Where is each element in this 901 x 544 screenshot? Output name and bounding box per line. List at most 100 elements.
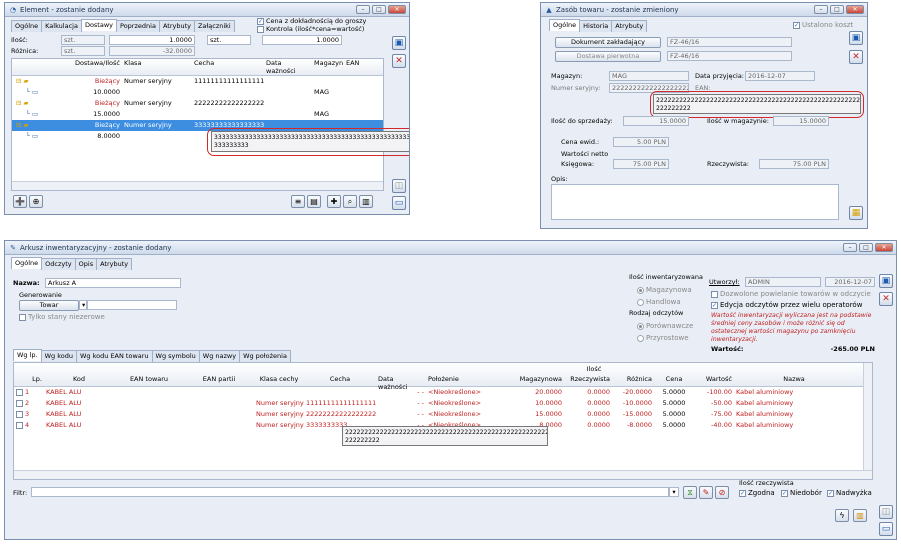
add-icon[interactable]: ➕ [13, 195, 27, 208]
tab-kalkulacja[interactable]: Kalkulacja [41, 20, 82, 32]
radio-przyrostowe[interactable]: Przyrostowe [637, 334, 689, 342]
row-checkbox[interactable] [16, 421, 23, 429]
filter-edit-icon[interactable]: ✎ [699, 486, 713, 499]
maximize-button[interactable]: □ [372, 5, 386, 14]
col-ean-towaru[interactable]: EAN towaru [114, 375, 184, 391]
table-row[interactable]: 3 KABEL ALU Numer seryjny 22222222222222222… [14, 409, 872, 420]
towar-button[interactable]: Towar [19, 300, 79, 311]
plus-icon[interactable]: ✚ [327, 195, 341, 208]
chk-dozwolone[interactable]: Dozwolone powielanie towarów w odczycie [711, 290, 871, 298]
lock-icon[interactable]: ◫ [392, 179, 406, 193]
radio-handlowa[interactable]: Handlowa [637, 298, 681, 306]
tab-historia[interactable]: Historia [579, 20, 613, 32]
radio-porownawcze[interactable]: Porównawcze [637, 322, 693, 330]
minimize-button[interactable]: – [814, 5, 828, 14]
tab-atrybuty[interactable]: Atrybuty [96, 258, 133, 270]
chk-kontrola[interactable]: Kontrola (ilość*cena=wartość) [257, 25, 364, 33]
filtr-input[interactable] [31, 487, 669, 497]
tab-wg-polozenia[interactable]: Wg położenia [239, 350, 291, 362]
ilosc-input-2[interactable]: 1.0000 [262, 35, 342, 45]
col-data[interactable]: Data ważności [376, 375, 426, 391]
maximize-button[interactable]: □ [859, 243, 873, 252]
towar-dropdown[interactable]: ▾ [79, 300, 87, 310]
unit-select[interactable]: szt. [207, 35, 251, 45]
table-row[interactable]: ⊟ ▰ Bieżący Numer seryjny 22222222222222222… [12, 98, 383, 109]
tab-dostawy[interactable]: Dostawy [80, 19, 118, 31]
tab-wg-kodu-ean[interactable]: Wg kodu EAN towaru [76, 350, 153, 362]
opis-textarea[interactable] [551, 184, 839, 220]
tab-atrybuty[interactable]: Atrybuty [158, 20, 195, 32]
table-row[interactable]: └ ▭ 10.0000 MAG [12, 87, 383, 98]
chk-ustalono[interactable]: ✓ Ustalono koszt [793, 21, 853, 29]
ilosc-input[interactable]: 1.0000 [109, 35, 195, 45]
filter-clear-icon[interactable]: ⊘ [715, 486, 729, 499]
close-button[interactable]: ✕ [846, 5, 864, 14]
col-klasa-cechy[interactable]: Klasa cechy [254, 375, 304, 391]
horizontal-scrollbar[interactable] [14, 470, 872, 479]
col-polozenie[interactable]: Położenie [426, 375, 514, 391]
chk-edycja[interactable]: ✓ Edycja odczytów przez wielu operatorów [711, 301, 862, 309]
trash-icon[interactable]: ▥ [853, 509, 867, 522]
towar-input[interactable] [87, 300, 177, 310]
tab-wg-lp[interactable]: Wg lp. [13, 349, 42, 361]
search-icon[interactable]: ⌕ [343, 195, 357, 208]
col-rzeczywista[interactable]: Rzeczywista [564, 375, 612, 391]
col-ean[interactable]: EAN [344, 59, 374, 75]
lock-icon[interactable]: ◫ [879, 505, 893, 519]
trash-icon[interactable]: ▥ [359, 195, 373, 208]
chk-zgodna[interactable]: ✓ Zgodna [739, 489, 775, 497]
tab-odczyty[interactable]: Odczyty [41, 258, 76, 270]
row-checkbox[interactable] [16, 410, 23, 418]
maximize-button[interactable]: □ [830, 5, 844, 14]
chk-tylko-niezerowe[interactable]: Tylko stany niezerowe [19, 313, 105, 321]
save-icon[interactable]: ▣ [849, 31, 863, 45]
close-button[interactable]: ✕ [388, 5, 406, 14]
chk-niedobor[interactable]: ✓ Niedobór [781, 489, 822, 497]
window-icon-btn[interactable]: ▭ [879, 522, 893, 536]
vertical-scrollbar[interactable] [863, 363, 872, 470]
col-cena[interactable]: Cena [654, 375, 694, 391]
list-icon[interactable]: ≡ [291, 195, 305, 208]
horizontal-scrollbar[interactable] [12, 181, 383, 190]
col-ean-partii[interactable]: EAN partii [184, 375, 254, 391]
document-icon[interactable]: ▤ [307, 195, 321, 208]
minimize-button[interactable]: – [843, 243, 857, 252]
filtr-dropdown[interactable]: ▾ [669, 487, 679, 497]
tab-opis[interactable]: Opis [74, 258, 98, 270]
tab-wg-nazwy[interactable]: Wg nazwy [198, 350, 241, 362]
col-cecha[interactable]: Cecha [192, 59, 264, 75]
tab-poprzednia[interactable]: Poprzednia [116, 20, 160, 32]
col-magazyn[interactable]: Magazyn [312, 59, 344, 75]
dokument-zakladajacy-button[interactable]: Dokument zakładający [555, 37, 661, 48]
cancel-icon[interactable]: ✕ [879, 292, 893, 306]
save-icon[interactable]: ▣ [392, 36, 406, 50]
bolt-icon[interactable]: ϟ [835, 509, 849, 522]
radio-magazynowa[interactable]: Magazynowa [637, 286, 692, 294]
cancel-icon[interactable]: ✕ [392, 54, 406, 68]
row-checkbox[interactable] [16, 399, 23, 407]
tab-ogolne[interactable]: Ogólne [11, 257, 43, 269]
col-wartosc[interactable]: Wartość [694, 375, 734, 391]
col-lp[interactable]: Lp. [14, 375, 44, 391]
chk-nadwyzka[interactable]: ✓ Nadwyżka [827, 489, 872, 497]
col-roznica[interactable]: Różnica [612, 375, 654, 391]
table-row[interactable]: ⊟ ▰ Bieżący Numer seryjny 11111111111111111… [12, 76, 383, 87]
tab-wg-symbolu[interactable]: Wg symbolu [151, 350, 200, 362]
col-data[interactable]: Data ważności [264, 59, 312, 75]
filter-apply-icon[interactable]: ⧖ [683, 486, 697, 499]
col-nazwa[interactable]: Nazwa [734, 375, 854, 391]
chk-cena[interactable]: ✓ Cena z dokładnością do groszy [257, 17, 366, 25]
cancel-icon[interactable]: ✕ [849, 50, 863, 64]
tab-wg-kodu[interactable]: Wg kodu [40, 350, 77, 362]
close-button[interactable]: ✕ [875, 243, 893, 252]
nazwa-input[interactable]: Arkusz A [45, 278, 181, 288]
table-row[interactable]: 2 KABEL ALU Numer seryjny 11111111111111111… [14, 398, 872, 409]
tab-ogolne[interactable]: Ogólne [11, 20, 43, 32]
col-kod[interactable]: Kod [44, 375, 114, 391]
tab-zalaczniki[interactable]: Załączniki [193, 20, 235, 32]
tab-ogolne[interactable]: Ogólne [549, 19, 581, 31]
window-icon-btn[interactable]: ▭ [392, 196, 406, 210]
table-row[interactable]: └ ▭ 15.0000 MAG [12, 109, 383, 120]
lock-icon[interactable]: ▦ [849, 206, 863, 220]
col-cecha[interactable]: Cecha [304, 375, 376, 391]
